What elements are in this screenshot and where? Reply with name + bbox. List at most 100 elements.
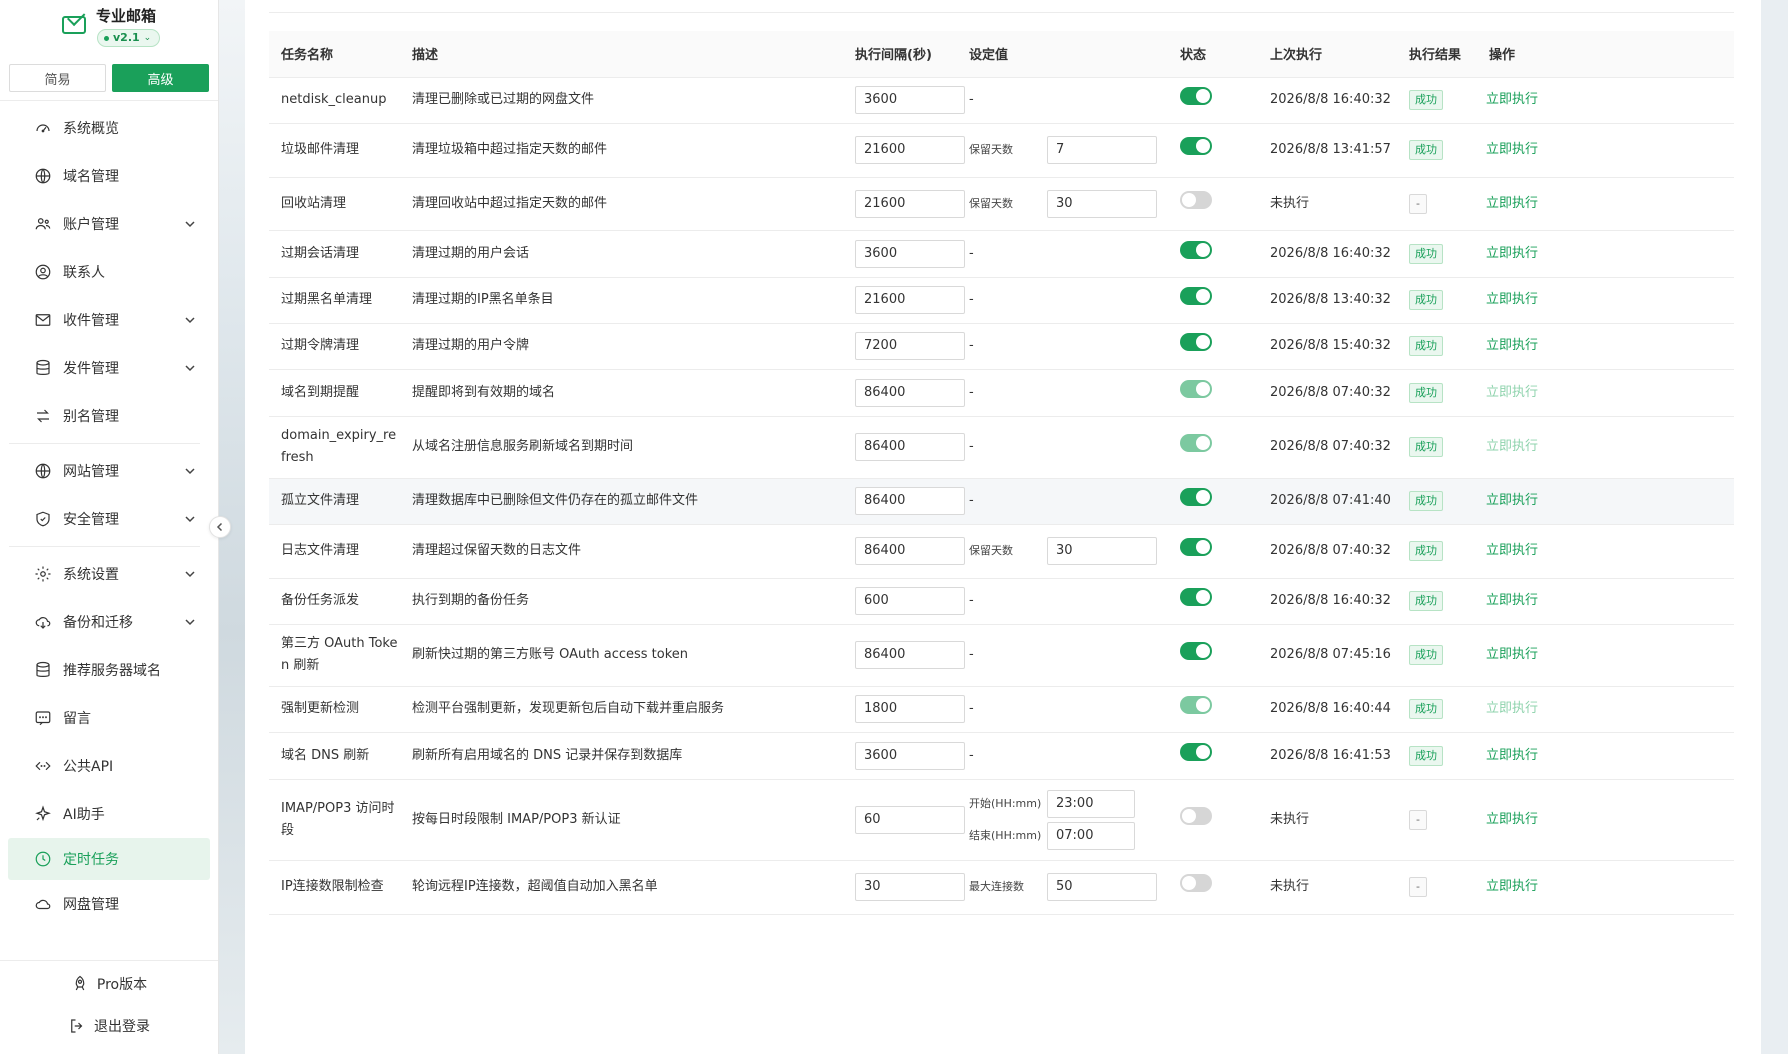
status-toggle[interactable] <box>1180 642 1212 660</box>
run-now-button[interactable]: 立即执行 <box>1486 748 1538 763</box>
pro-version-label: Pro版本 <box>96 977 148 993</box>
run-now-button[interactable]: 立即执行 <box>1486 439 1538 454</box>
interval-input[interactable]: 21600 <box>855 189 965 218</box>
mode-simple-button[interactable]: 简易 <box>9 64 106 92</box>
sidebar-item-6[interactable]: 别名管理 <box>0 392 218 440</box>
run-now-button[interactable]: 立即执行 <box>1486 292 1538 307</box>
logout-label: 退出登录 <box>94 1019 150 1035</box>
run-now-button[interactable]: 立即执行 <box>1486 142 1538 157</box>
run-now-button[interactable]: 立即执行 <box>1486 812 1538 827</box>
mode-advanced-button[interactable]: 高级 <box>112 64 209 92</box>
status-toggle[interactable] <box>1180 696 1212 714</box>
users-icon <box>33 214 53 234</box>
run-now-button[interactable]: 立即执行 <box>1486 701 1538 716</box>
run-now-button[interactable]: 立即执行 <box>1486 196 1538 211</box>
status-toggle[interactable] <box>1180 333 1212 351</box>
setting-input[interactable]: 50 <box>1047 873 1157 901</box>
table-row: 过期会话清理 清理过期的用户会话 3600- 2026/8/8 16:40:32 成功 立… <box>269 230 1734 278</box>
sidebar-item-1[interactable]: 域名管理 <box>0 152 218 200</box>
interval-input[interactable]: 86400 <box>855 537 965 565</box>
sidebar-item-2[interactable]: 账户管理 <box>0 200 218 248</box>
setting-input[interactable]: 30 <box>1047 189 1157 218</box>
brand-title: 专业邮箱 <box>96 7 157 25</box>
code-icon <box>33 756 53 776</box>
interval-input[interactable]: 21600 <box>855 136 965 164</box>
interval-input[interactable]: 3600 <box>855 239 965 268</box>
setting-input[interactable]: 7 <box>1047 136 1157 164</box>
sidebar-collapse-button[interactable] <box>209 516 231 538</box>
status-toggle[interactable] <box>1180 874 1212 892</box>
interval-input[interactable]: 86400 <box>855 378 965 407</box>
run-now-button[interactable]: 立即执行 <box>1486 879 1538 894</box>
run-now-button[interactable]: 立即执行 <box>1486 92 1538 107</box>
run-now-button[interactable]: 立即执行 <box>1486 647 1538 662</box>
sidebar-item-5[interactable]: 发件管理 <box>0 344 218 392</box>
sidebar-item-7[interactable]: 网站管理 <box>0 447 218 495</box>
sidebar-item-9[interactable]: 系统设置 <box>0 550 218 598</box>
status-toggle[interactable] <box>1180 434 1212 452</box>
clock-icon <box>33 849 53 869</box>
last-run-time: 2026/8/8 16:40:32 <box>1270 92 1391 107</box>
sidebar-item-13[interactable]: 公共API <box>0 742 218 790</box>
sidebar-item-3[interactable]: 联系人 <box>0 248 218 296</box>
status-toggle[interactable] <box>1180 87 1212 105</box>
status-toggle[interactable] <box>1180 190 1212 209</box>
run-now-button[interactable]: 立即执行 <box>1486 338 1538 353</box>
run-now-button[interactable]: 立即执行 <box>1486 493 1538 508</box>
sidebar-item-15[interactable]: 定时任务 <box>8 838 210 880</box>
start-time-input[interactable]: 23:00 <box>1047 789 1135 818</box>
sidebar-item-4[interactable]: 收件管理 <box>0 296 218 344</box>
interval-input[interactable]: 21600 <box>855 286 965 314</box>
sidebar-item-8[interactable]: 安全管理 <box>0 495 218 543</box>
task-description: 刷新所有启用域名的 DNS 记录并保存到数据库 <box>412 747 683 763</box>
sidebar-item-14[interactable]: AI助手 <box>0 790 218 838</box>
interval-input[interactable]: 7200 <box>855 332 965 360</box>
status-toggle[interactable] <box>1180 742 1212 761</box>
pro-version-link[interactable]: Pro版本 <box>0 965 218 1003</box>
table-row: 域名到期提醒 提醒即将到有效期的域名 86400- 2026/8/8 07:40:32… <box>269 369 1734 417</box>
status-toggle[interactable] <box>1180 137 1212 155</box>
logout-link[interactable]: 退出登录 <box>0 1007 218 1045</box>
interval-input[interactable]: 3600 <box>855 741 965 770</box>
sidebar-item-12[interactable]: 留言 <box>0 694 218 742</box>
setting-input[interactable]: 30 <box>1047 537 1157 565</box>
status-toggle[interactable] <box>1180 588 1212 606</box>
interval-input[interactable]: 60 <box>855 805 965 834</box>
sparkle-icon <box>33 804 53 824</box>
sidebar-item-0[interactable]: 系统概览 <box>0 104 218 152</box>
chevron-left-icon <box>216 522 223 532</box>
status-toggle[interactable] <box>1180 240 1212 259</box>
sidebar-item-16[interactable]: 网盘管理 <box>0 880 218 928</box>
run-now-button[interactable]: 立即执行 <box>1486 385 1538 400</box>
sidebar-item-label: 备份和迁移 <box>63 615 133 631</box>
interval-input[interactable]: 1800 <box>855 695 965 723</box>
last-run-time: 2026/8/8 07:40:32 <box>1270 384 1391 400</box>
end-time-input[interactable]: 07:00 <box>1047 821 1135 850</box>
run-now-button[interactable]: 立即执行 <box>1486 593 1538 608</box>
interval-input[interactable]: 86400 <box>855 433 965 461</box>
contact-icon <box>33 262 53 282</box>
run-now-button[interactable]: 立即执行 <box>1486 246 1538 261</box>
sidebar-item-10[interactable]: 备份和迁移 <box>0 598 218 646</box>
interval-input[interactable]: 600 <box>855 587 965 615</box>
status-toggle[interactable] <box>1180 538 1212 556</box>
status-toggle[interactable] <box>1180 806 1212 825</box>
table-row: 回收站清理 清理回收站中超过指定天数的邮件 21600 保留天数 30 未执行 - 立即执行 <box>269 177 1734 231</box>
table-row: 过期令牌清理 清理过期的用户令牌 7200- 2026/8/8 15:40:32 成功 立… <box>269 323 1734 370</box>
chevron-down-icon <box>185 619 195 626</box>
setting-label: 最大连接数 <box>969 880 1024 893</box>
sidebar-item-11[interactable]: 推荐服务器域名 <box>0 646 218 694</box>
task-name: 第三方 OAuth Token 刷新 <box>281 636 398 673</box>
version-badge[interactable]: v2.1 ⌄ <box>97 29 161 47</box>
cloud-icon <box>33 894 53 914</box>
status-toggle[interactable] <box>1180 287 1212 305</box>
globe-icon <box>33 166 53 186</box>
interval-input[interactable]: 86400 <box>855 641 965 669</box>
status-toggle[interactable] <box>1180 379 1212 398</box>
interval-input[interactable]: 86400 <box>855 487 965 515</box>
run-now-button[interactable]: 立即执行 <box>1486 543 1538 558</box>
interval-input[interactable]: 30 <box>855 873 965 901</box>
interval-input[interactable]: 3600 <box>855 86 965 114</box>
status-toggle[interactable] <box>1180 488 1212 506</box>
last-run-time: 未执行 <box>1270 811 1310 827</box>
